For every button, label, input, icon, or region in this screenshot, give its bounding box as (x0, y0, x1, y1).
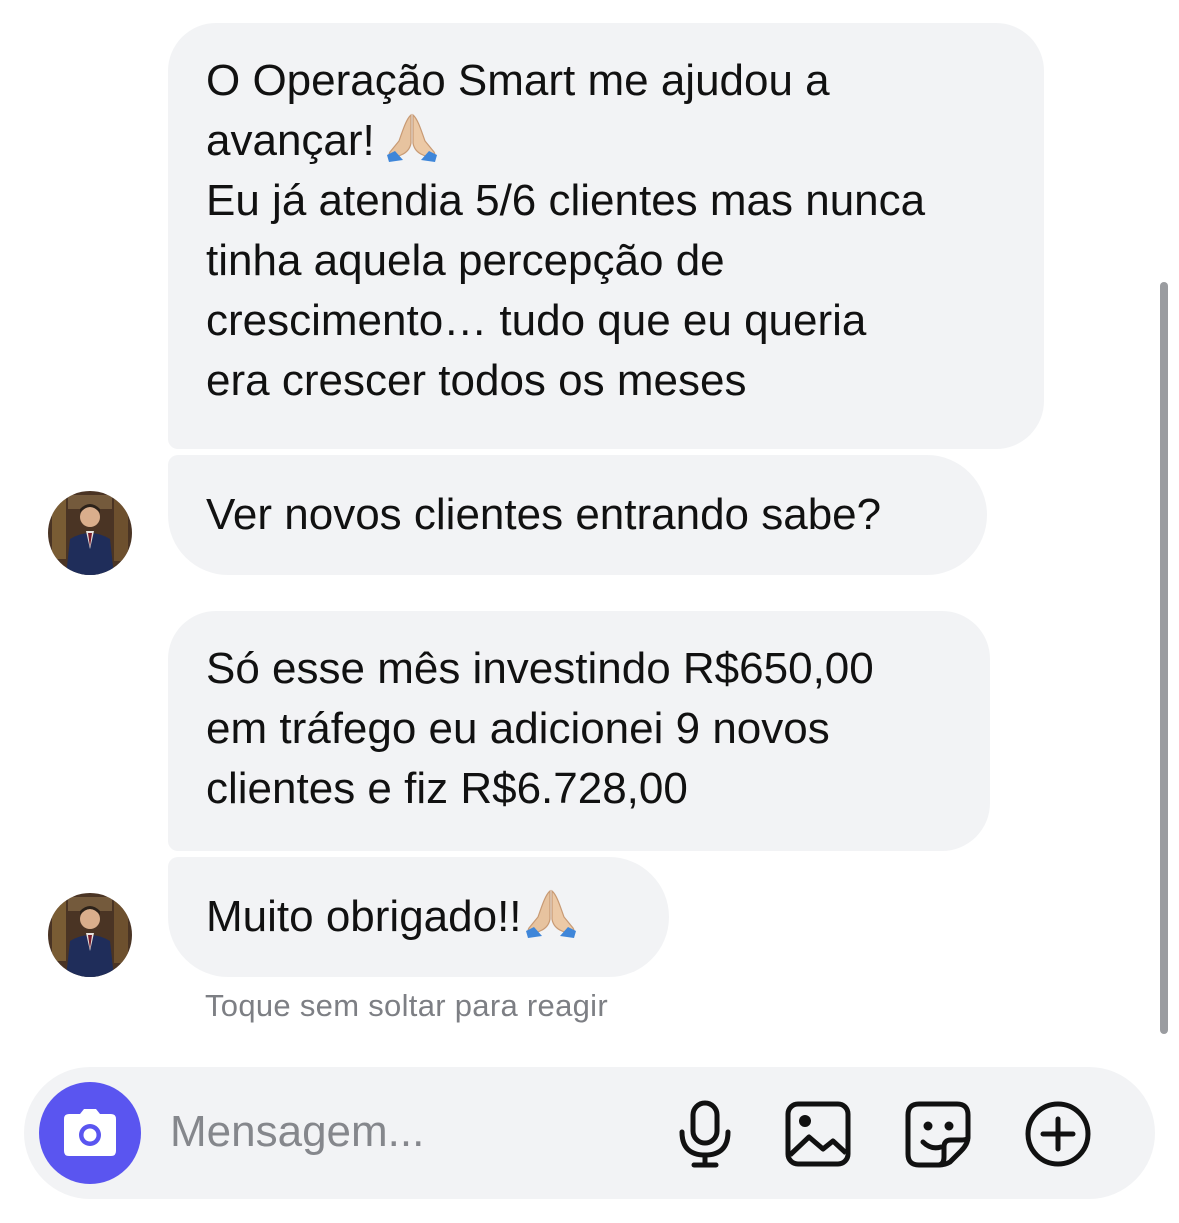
message-text: avançar! (206, 116, 375, 165)
message-input[interactable] (170, 1102, 640, 1162)
sticker-icon (905, 1101, 971, 1168)
sticker-button[interactable] (903, 1099, 973, 1169)
message-bubble[interactable]: Muito obrigado!! (168, 857, 669, 977)
message-line: em tráfego eu adicionei 9 novos (206, 704, 830, 753)
sender-avatar[interactable] (48, 893, 132, 977)
message-bubble[interactable]: Só esse mês investindo R$650,00 em tráfe… (168, 611, 990, 851)
reaction-hint: Toque sem soltar para reagir (205, 988, 608, 1023)
sender-avatar[interactable] (48, 491, 132, 575)
message-line: Ver novos clientes entrando sabe? (206, 490, 882, 539)
microphone-button[interactable] (670, 1099, 740, 1169)
camera-button[interactable] (39, 1082, 141, 1184)
folded-hands-emoji-icon (385, 111, 439, 163)
folded-hands-emoji-icon (524, 887, 578, 939)
plus-icon (1025, 1101, 1091, 1167)
scrollbar[interactable] (1160, 282, 1168, 1034)
microphone-icon (679, 1100, 731, 1168)
message-line: avançar! (206, 111, 1006, 171)
message-line: crescimento… tudo que eu queria (206, 296, 867, 345)
message-line: Eu já atendia 5/6 clientes mas nunca (206, 176, 926, 225)
message-line: clientes e fiz R$6.728,00 (206, 764, 688, 813)
gallery-button[interactable] (783, 1099, 853, 1169)
message-line: O Operação Smart me ajudou a (206, 56, 830, 105)
message-line: era crescer todos os meses (206, 356, 747, 405)
camera-icon (64, 1109, 116, 1156)
gallery-icon (785, 1101, 851, 1167)
message-line: Muito obrigado!! (206, 887, 631, 947)
message-line: tinha aquela percepção de (206, 236, 725, 285)
message-bubble[interactable]: O Operação Smart me ajudou a avançar! Eu… (168, 23, 1044, 449)
message-line: Só esse mês investindo R$650,00 (206, 644, 874, 693)
add-button[interactable] (1023, 1099, 1093, 1169)
message-text: Muito obrigado!! (206, 892, 522, 941)
message-bubble[interactable]: Ver novos clientes entrando sabe? (168, 455, 987, 575)
